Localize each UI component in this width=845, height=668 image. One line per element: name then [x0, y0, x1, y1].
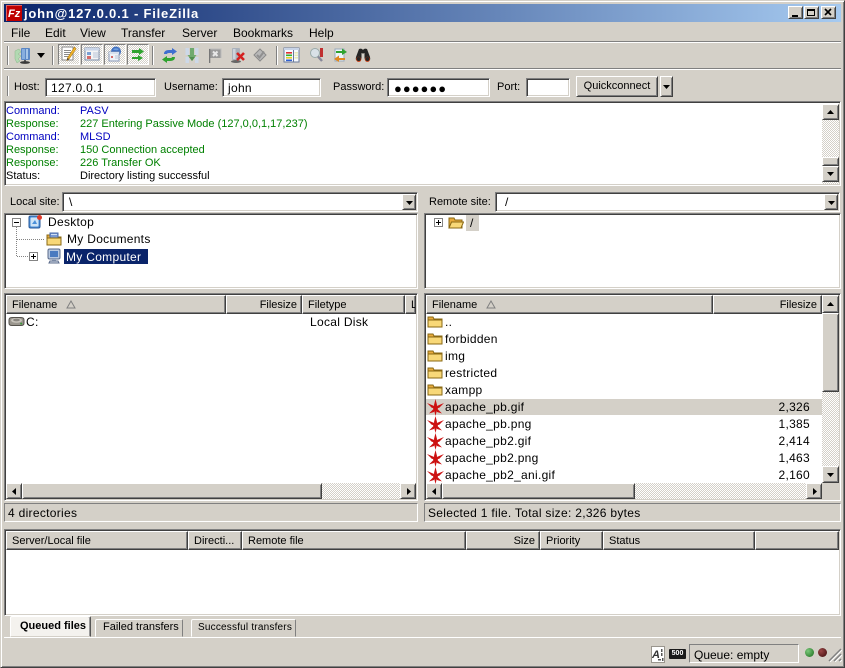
svg-text:Fz: Fz [8, 8, 21, 20]
